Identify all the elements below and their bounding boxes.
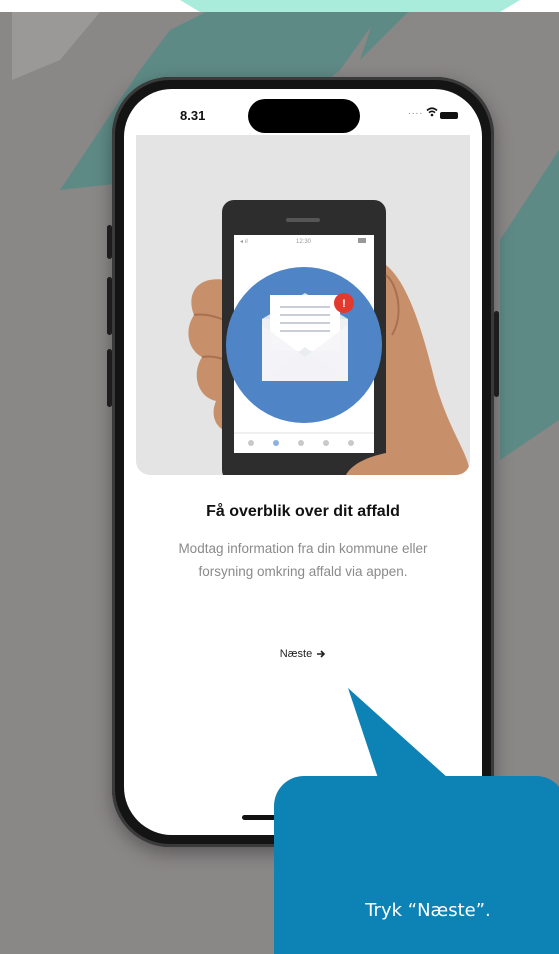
callout-text: Tryk “Næste”. [365,900,491,921]
instruction-callout [274,776,559,954]
tutorial-frame: 8.31 .... ◂ ıl 12:30 ! Få overblik over … [0,0,559,954]
